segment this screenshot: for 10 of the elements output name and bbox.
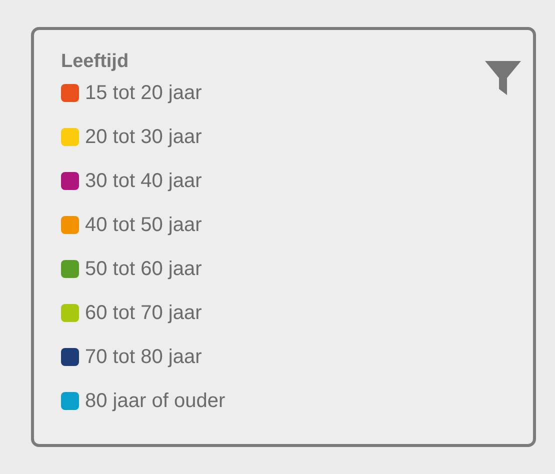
legend-label: 60 tot 70 jaar: [85, 301, 202, 326]
legend-label: 20 tot 30 jaar: [85, 125, 202, 150]
legend-title: Leeftijd: [61, 50, 130, 74]
legend-label: 80 jaar of ouder: [85, 389, 226, 414]
legend-label: 50 tot 60 jaar: [85, 257, 202, 282]
filter-icon[interactable]: [484, 59, 522, 97]
legend-label: 15 tot 20 jaar: [85, 81, 202, 106]
legend-label: 30 tot 40 jaar: [85, 169, 202, 194]
legend-label: 70 tot 80 jaar: [85, 345, 202, 370]
legend-label: 40 tot 50 jaar: [85, 213, 202, 238]
